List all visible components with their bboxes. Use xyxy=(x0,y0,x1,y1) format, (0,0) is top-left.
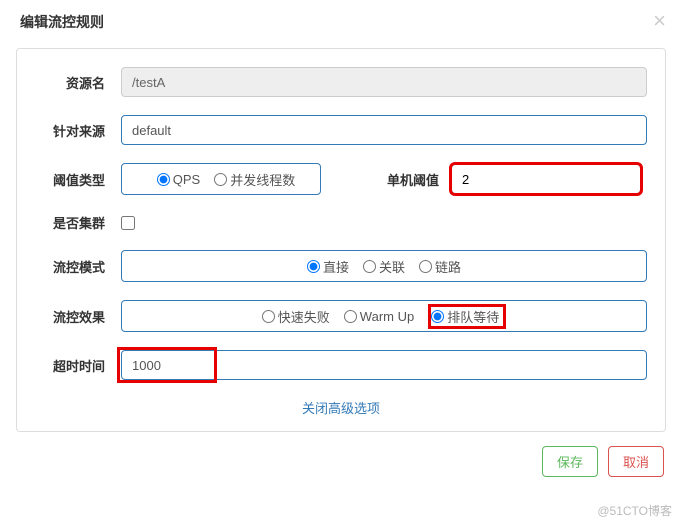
threshold-type-qps[interactable]: QPS xyxy=(157,172,200,187)
mode-direct[interactable]: 直接 xyxy=(307,257,349,276)
toggle-advanced-link[interactable]: 关闭高级选项 xyxy=(35,398,647,417)
threshold-type-label: 阈值类型 xyxy=(35,170,121,189)
effect-warmup[interactable]: Warm Up xyxy=(344,309,414,324)
cancel-button[interactable]: 取消 xyxy=(608,446,664,477)
resource-label: 资源名 xyxy=(35,73,121,92)
resource-input[interactable] xyxy=(121,67,647,97)
threshold-type-threads[interactable]: 并发线程数 xyxy=(214,170,295,189)
close-icon[interactable]: × xyxy=(653,8,666,34)
source-label: 针对来源 xyxy=(35,121,121,140)
mode-relate[interactable]: 关联 xyxy=(363,257,405,276)
form-panel: 资源名 针对来源 阈值类型 QPS 并发线程数 单机阈值 是否集群 流控模式 直… xyxy=(16,48,666,432)
effect-fastfail[interactable]: 快速失败 xyxy=(262,307,330,326)
effect-label: 流控效果 xyxy=(35,307,121,326)
timeout-label: 超时时间 xyxy=(35,356,121,375)
mode-label: 流控模式 xyxy=(35,257,121,276)
timeout-input[interactable] xyxy=(121,350,647,380)
save-button[interactable]: 保存 xyxy=(542,446,598,477)
watermark-text: @51CTO博客 xyxy=(597,502,672,519)
threshold-type-group: QPS 并发线程数 xyxy=(121,163,321,195)
source-input[interactable] xyxy=(121,115,647,145)
effect-queue[interactable]: 排队等待 xyxy=(431,307,499,326)
modal-title: 编辑流控规则 xyxy=(0,0,682,44)
single-threshold-input[interactable] xyxy=(451,164,641,194)
single-threshold-label: 单机阈值 xyxy=(361,170,451,189)
cluster-checkbox[interactable] xyxy=(121,216,135,230)
effect-group: 快速失败 Warm Up 排队等待 xyxy=(121,300,647,332)
mode-chain[interactable]: 链路 xyxy=(419,257,461,276)
modal-footer: 保存 取消 xyxy=(0,442,682,489)
cluster-label: 是否集群 xyxy=(35,213,121,232)
mode-group: 直接 关联 链路 xyxy=(121,250,647,282)
